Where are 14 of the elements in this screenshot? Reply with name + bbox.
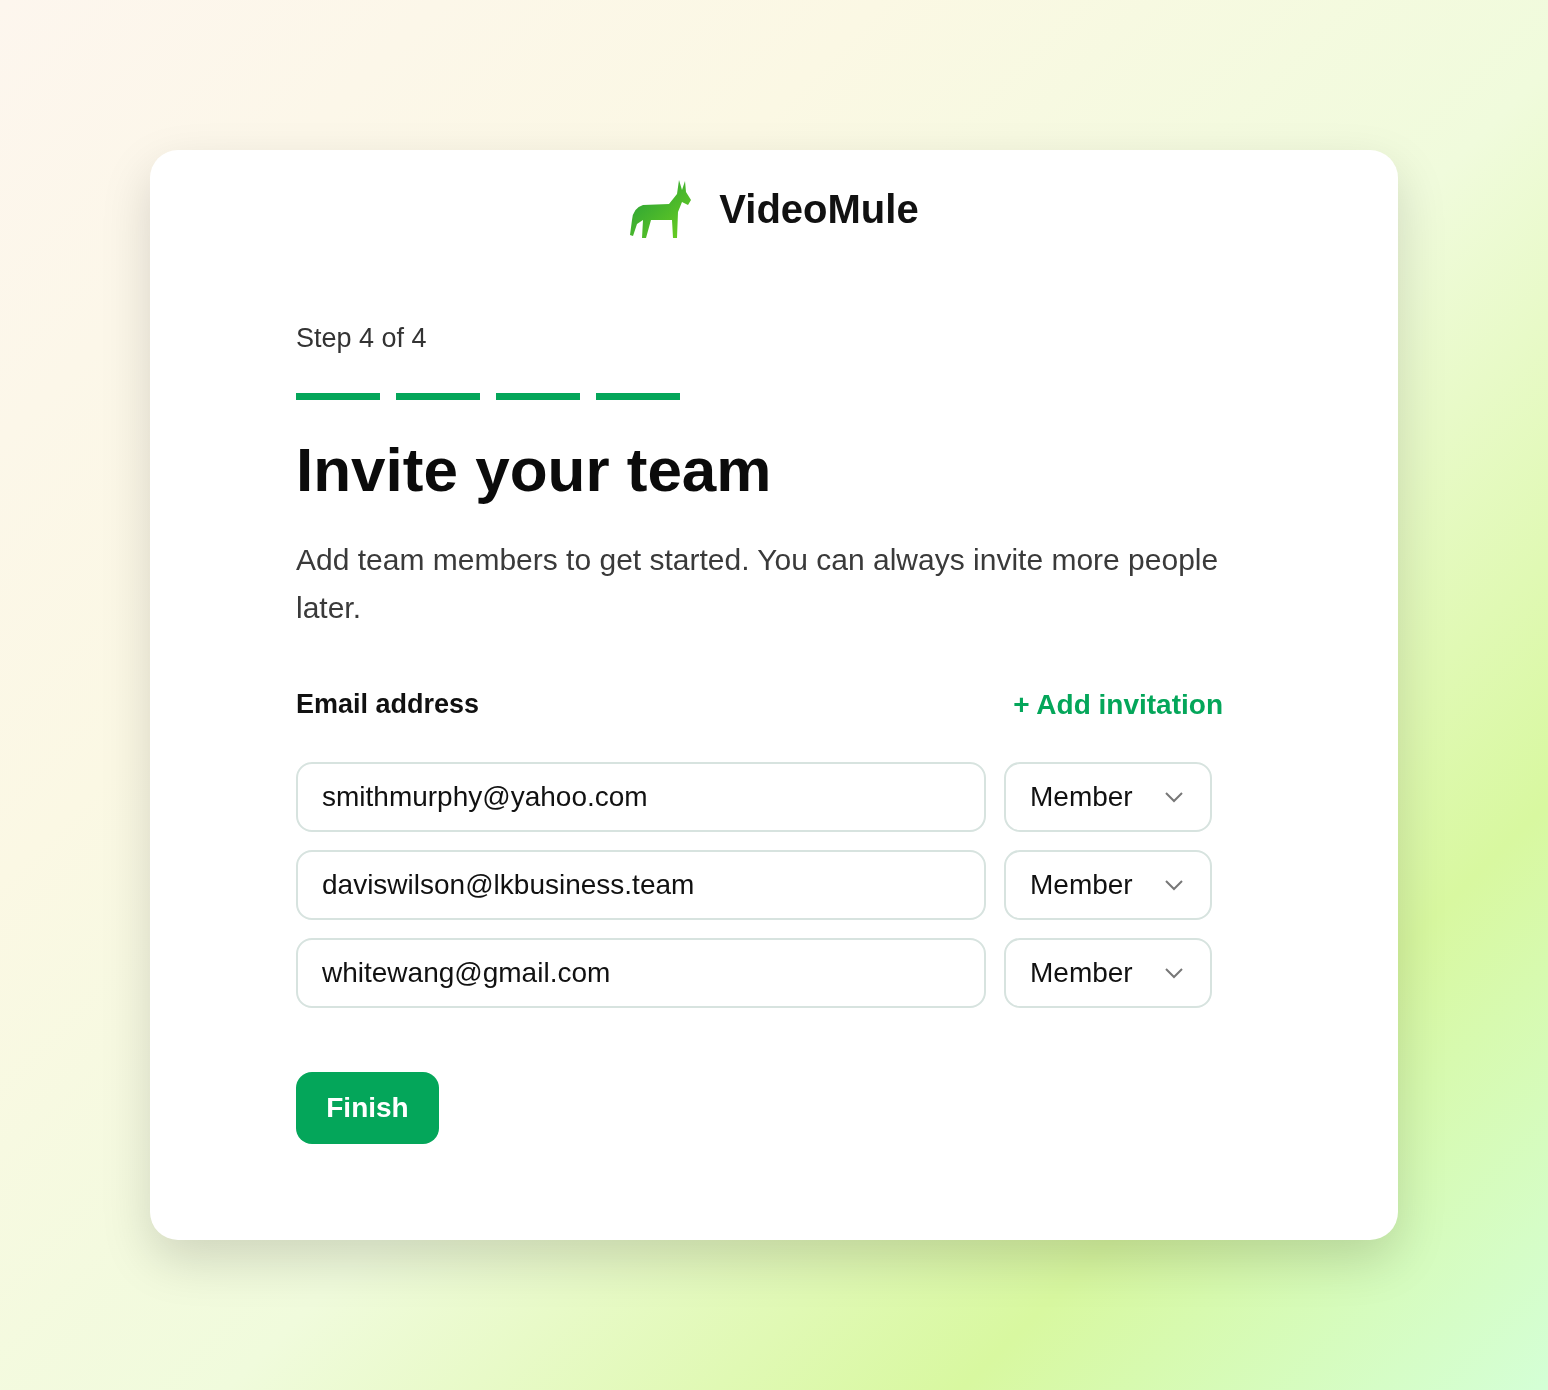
step-label: Step 4 of 4 — [296, 322, 428, 355]
email-input[interactable]: whitewang@gmail.com — [296, 937, 986, 1008]
description-text: Add team members to get started. You can always invite more people later. — [296, 541, 1220, 626]
brand-name: VideoMule — [719, 186, 919, 233]
email-input[interactable]: smithmurphy@yahoo.com — [296, 761, 986, 832]
email-label: Email address — [296, 688, 480, 722]
chevron-down-icon — [1164, 878, 1184, 891]
chevron-down-icon — [1164, 790, 1184, 803]
chevron-down-icon — [1164, 966, 1184, 979]
email-input[interactable]: daviswilson@lkbusiness.team — [296, 849, 986, 920]
role-select[interactable]: Member — [1004, 761, 1212, 832]
role-select[interactable]: Member — [1004, 849, 1212, 920]
page-title: Invite your team — [296, 433, 773, 506]
role-select[interactable]: Member — [1004, 937, 1212, 1008]
